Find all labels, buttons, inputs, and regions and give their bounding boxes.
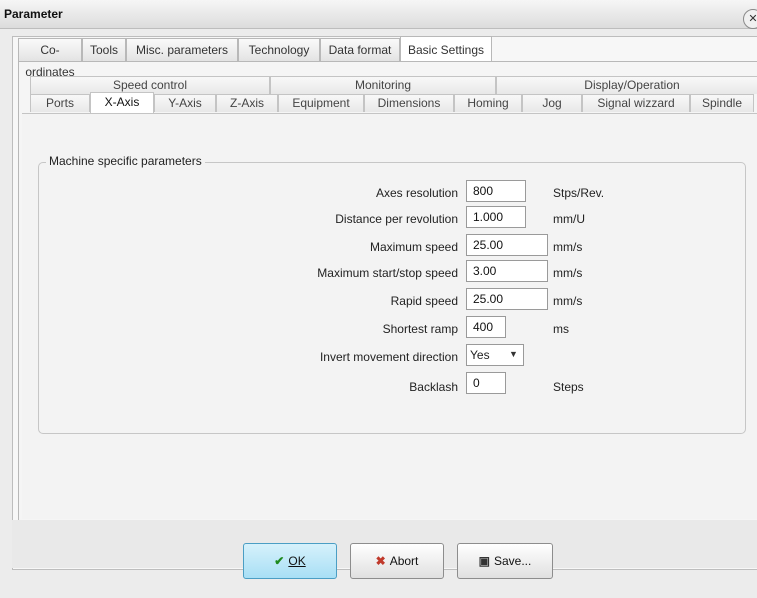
tab-display-operation[interactable]: Display/Operation — [496, 76, 757, 94]
field-shortest-ramp[interactable]: 400 — [466, 316, 506, 338]
tab-dimensions[interactable]: Dimensions — [364, 94, 454, 112]
tab-signal-wizzard[interactable]: Signal wizzard — [582, 94, 690, 112]
floppy-disk-icon: ▣ — [478, 554, 490, 568]
abort-button[interactable]: ✖ Abort — [350, 543, 444, 579]
window-title: Parameter — [4, 7, 63, 21]
field-axes-resolution[interactable]: 800 — [466, 180, 526, 202]
save-label: Save... — [493, 554, 532, 568]
abort-label: Abort — [389, 554, 419, 568]
x-icon: ✖ — [375, 554, 386, 568]
select-value: Yes — [470, 348, 490, 362]
tab-equipment[interactable]: Equipment — [278, 94, 364, 112]
save-button[interactable]: ▣ Save... — [457, 543, 553, 579]
tab-y-axis[interactable]: Y-Axis — [154, 94, 216, 112]
tab-x-axis[interactable]: X-Axis — [90, 92, 154, 113]
label-distance-per-revolution: Distance per revolution — [335, 212, 458, 226]
field-maximum-speed[interactable]: 25.00 — [466, 234, 548, 256]
title-bar — [0, 0, 757, 29]
unit-backlash: Steps — [553, 380, 584, 394]
checkmark-icon: ✔ — [274, 554, 285, 568]
unit-shortest-ramp: ms — [553, 322, 569, 336]
tab-tools[interactable]: Tools — [82, 38, 126, 61]
tab-z-axis[interactable]: Z-Axis — [216, 94, 278, 112]
label-max-start-stop-speed: Maximum start/stop speed — [317, 266, 458, 280]
unit-distance-per-revolution: mm/U — [553, 212, 585, 226]
tab-data-format[interactable]: Data format — [320, 38, 400, 61]
ok-label: OK — [288, 554, 306, 568]
label-maximum-speed: Maximum speed — [369, 240, 458, 254]
close-icon[interactable]: ✕ — [743, 9, 757, 29]
field-backlash[interactable]: 0 — [466, 372, 506, 394]
label-backlash: Backlash — [409, 380, 458, 394]
field-distance-per-revolution[interactable]: 1.000 — [466, 206, 526, 228]
label-rapid-speed: Rapid speed — [390, 294, 458, 308]
label-axes-resolution: Axes resolution — [375, 186, 458, 200]
unit-max-start-stop-speed: mm/s — [553, 266, 583, 280]
tab-basic-settings[interactable]: Basic Settings — [400, 36, 492, 61]
unit-maximum-speed: mm/s — [553, 240, 583, 254]
select-invert-movement-direction[interactable]: Yes ▼ — [466, 344, 524, 366]
tab-misc-parameters[interactable]: Misc. parameters — [126, 38, 238, 61]
tab-co-ordinates[interactable]: Co-ordinates — [18, 38, 82, 79]
unit-axes-resolution: Stps/Rev. — [553, 186, 605, 200]
field-max-start-stop-speed[interactable]: 3.00 — [466, 260, 548, 282]
label-shortest-ramp: Shortest ramp — [382, 322, 458, 336]
group-legend: Machine specific parameters — [46, 154, 205, 168]
field-rapid-speed[interactable]: 25.00 — [466, 288, 548, 310]
tab-jog[interactable]: Jog — [522, 94, 582, 112]
unit-rapid-speed: mm/s — [553, 294, 583, 308]
tab-technology[interactable]: Technology — [238, 38, 320, 61]
tab-homing[interactable]: Homing — [454, 94, 522, 112]
label-invert-movement-direction: Invert movement direction — [319, 350, 458, 364]
dropdown-arrow-icon[interactable]: ▼ — [509, 349, 518, 359]
tab-ports[interactable]: Ports — [30, 94, 90, 112]
ok-button[interactable]: ✔ OK — [243, 543, 337, 579]
tab-spindle[interactable]: Spindle — [690, 94, 754, 112]
tab-monitoring[interactable]: Monitoring — [270, 76, 496, 94]
